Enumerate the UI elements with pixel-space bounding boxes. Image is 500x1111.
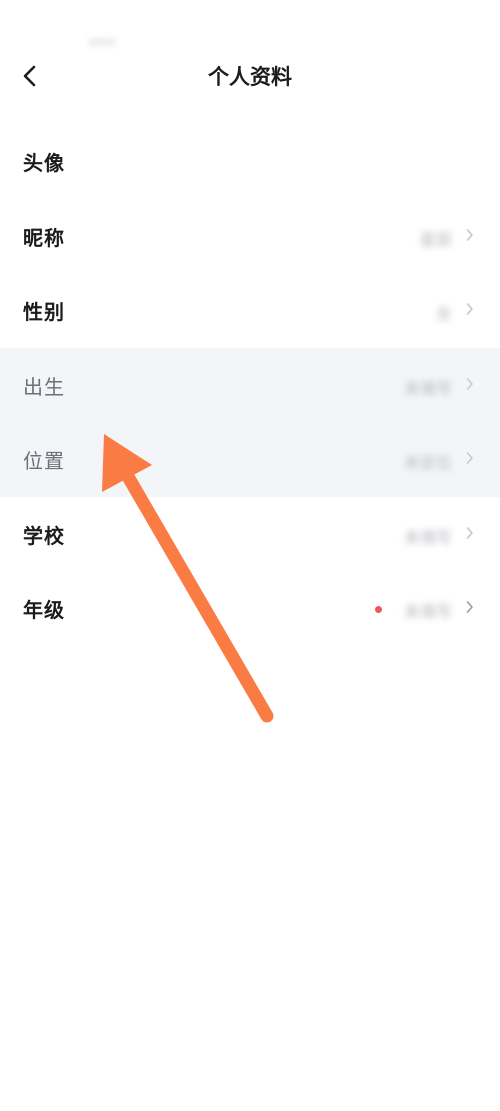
chevron-right-icon <box>466 601 473 613</box>
row-label: 性别 <box>23 300 65 324</box>
row-label: 学校 <box>23 523 65 548</box>
row-value: 女 <box>435 304 452 323</box>
chevron-right-icon <box>466 526 473 539</box>
page-title: 个人资料 <box>208 65 292 89</box>
chevron-right-icon <box>466 228 473 241</box>
row-value: 未填写 <box>403 602 452 621</box>
new-badge-dot <box>375 606 382 613</box>
row-value: 未填写 <box>403 378 452 398</box>
chevron-right-icon <box>466 452 473 464</box>
row-label: 年级 <box>23 598 65 622</box>
row-grade[interactable]: 年级 未填写 <box>0 571 500 646</box>
row-value: 未定位 <box>403 453 452 472</box>
row-gender[interactable]: 性别 女 <box>0 273 500 348</box>
row-nickname[interactable]: 昵称 星辰 <box>0 199 500 274</box>
row-school[interactable]: 学校 未填写 <box>0 497 500 572</box>
profile-list: 头像 昵称 星辰 性别 女 出生 未填写 位置 未定位 学校 未填写 年级 未填… <box>0 124 500 646</box>
chevron-right-icon <box>466 377 473 390</box>
row-value: 星辰 <box>419 229 452 249</box>
row-avatar[interactable]: 头像 <box>0 124 500 199</box>
top-nav-bar: 个人资料 <box>0 40 500 110</box>
row-label: 头像 <box>23 151 65 175</box>
row-label: 昵称 <box>23 225 65 250</box>
row-label: 位置 <box>23 449 65 473</box>
row-location[interactable]: 位置 未定位 <box>0 422 500 497</box>
status-bar <box>0 0 500 46</box>
chevron-right-icon <box>466 303 473 315</box>
row-value: 未填写 <box>403 527 452 547</box>
row-birth[interactable]: 出生 未填写 <box>0 347 500 422</box>
row-label: 出生 <box>23 374 65 399</box>
